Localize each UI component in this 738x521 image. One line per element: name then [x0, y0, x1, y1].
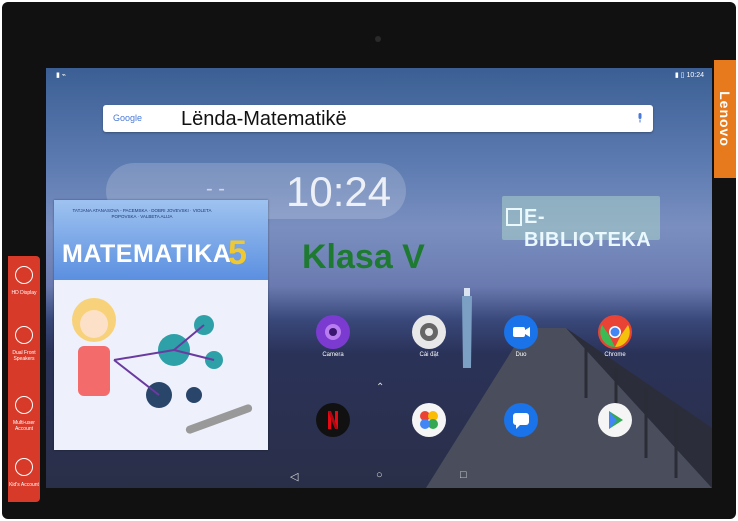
class-label: Klasa V	[302, 238, 425, 276]
book-cover: TATJANA ATANASOVA - PACEMSKA · DOBRI JOV…	[54, 200, 268, 450]
feature-multi-user: Multi-user Account	[13, 420, 35, 432]
users-icon	[15, 396, 33, 414]
feature-hd-display: HD Display	[11, 290, 37, 296]
google-search-bar[interactable]: Google Lënda-Matematikë	[103, 105, 653, 132]
camera-label: Camera	[322, 352, 344, 358]
front-camera	[375, 36, 381, 42]
play-store-app-icon[interactable]	[598, 403, 632, 437]
search-query-text: Lënda-Matematikë	[181, 108, 347, 130]
e-biblioteka-badge: E-BIBLIOTEKA	[502, 196, 660, 251]
feature-panel: HD Display Dual Front Speakers Multi-use…	[8, 256, 40, 502]
camera-icon	[325, 324, 341, 340]
book-header: TATJANA ATANASOVA - PACEMSKA · DOBRI JOV…	[54, 200, 268, 280]
chrome-app-icon[interactable]	[598, 315, 632, 349]
navigation-bar: ◁ ○ □	[46, 464, 712, 488]
kid-icon	[15, 458, 33, 476]
chrome-label: Chrome	[604, 352, 626, 358]
book-illustration	[54, 280, 268, 450]
status-right-icons: ▮ ▯ 10:24	[674, 72, 704, 79]
display-icon	[15, 266, 33, 284]
photos-app-icon[interactable]	[412, 403, 446, 437]
book-title: MATEMATIKA	[62, 240, 232, 268]
settings-icon	[420, 323, 438, 341]
lenovo-brand-tab: Lenovo	[714, 60, 736, 178]
microphone-icon[interactable]	[637, 113, 643, 123]
duo-app-icon[interactable]	[504, 315, 538, 349]
settings-app-icon[interactable]	[412, 315, 446, 349]
status-bar: ▮ ⌁ ▮ ▯ 10:24	[46, 68, 712, 82]
home-button[interactable]: ○	[376, 469, 383, 481]
chrome-icon	[600, 317, 630, 347]
photos-icon	[420, 411, 438, 429]
google-logo: Google	[113, 113, 143, 123]
duo-label: Duo	[515, 352, 527, 358]
weather-placeholder: - -	[206, 178, 225, 200]
settings-label: Cài đặt	[419, 352, 439, 358]
book-grade: 5	[228, 234, 247, 272]
status-left-icons: ▮ ⌁	[56, 72, 67, 79]
recents-button[interactable]: □	[460, 469, 467, 481]
feature-speakers: Dual Front Speakers	[12, 350, 36, 362]
netflix-icon	[328, 411, 338, 429]
e-biblioteka-label: E-BIBLIOTEKA	[524, 206, 652, 251]
clock-widget[interactable]: 10:24	[286, 168, 391, 216]
tablet-frame: Lenovo ▮ ⌁ ▮ ▯ 10:24 Google Lënda-Matema…	[2, 2, 736, 519]
play-store-icon	[609, 411, 623, 429]
video-icon	[513, 327, 530, 337]
book-logo-icon	[506, 208, 522, 226]
speaker-icon	[15, 326, 33, 344]
messages-app-icon[interactable]	[504, 403, 538, 437]
netflix-app-icon[interactable]	[316, 403, 350, 437]
app-drawer-chevron-icon[interactable]: ⌃	[376, 382, 384, 393]
back-button[interactable]: ◁	[290, 470, 298, 483]
feature-kids-account: Kid's Account	[9, 482, 39, 488]
lenovo-label: Lenovo	[717, 91, 733, 147]
book-authors: TATJANA ATANASOVA - PACEMSKA · DOBRI JOV…	[72, 208, 212, 219]
messages-icon	[513, 413, 529, 429]
camera-app-icon[interactable]	[316, 315, 350, 349]
